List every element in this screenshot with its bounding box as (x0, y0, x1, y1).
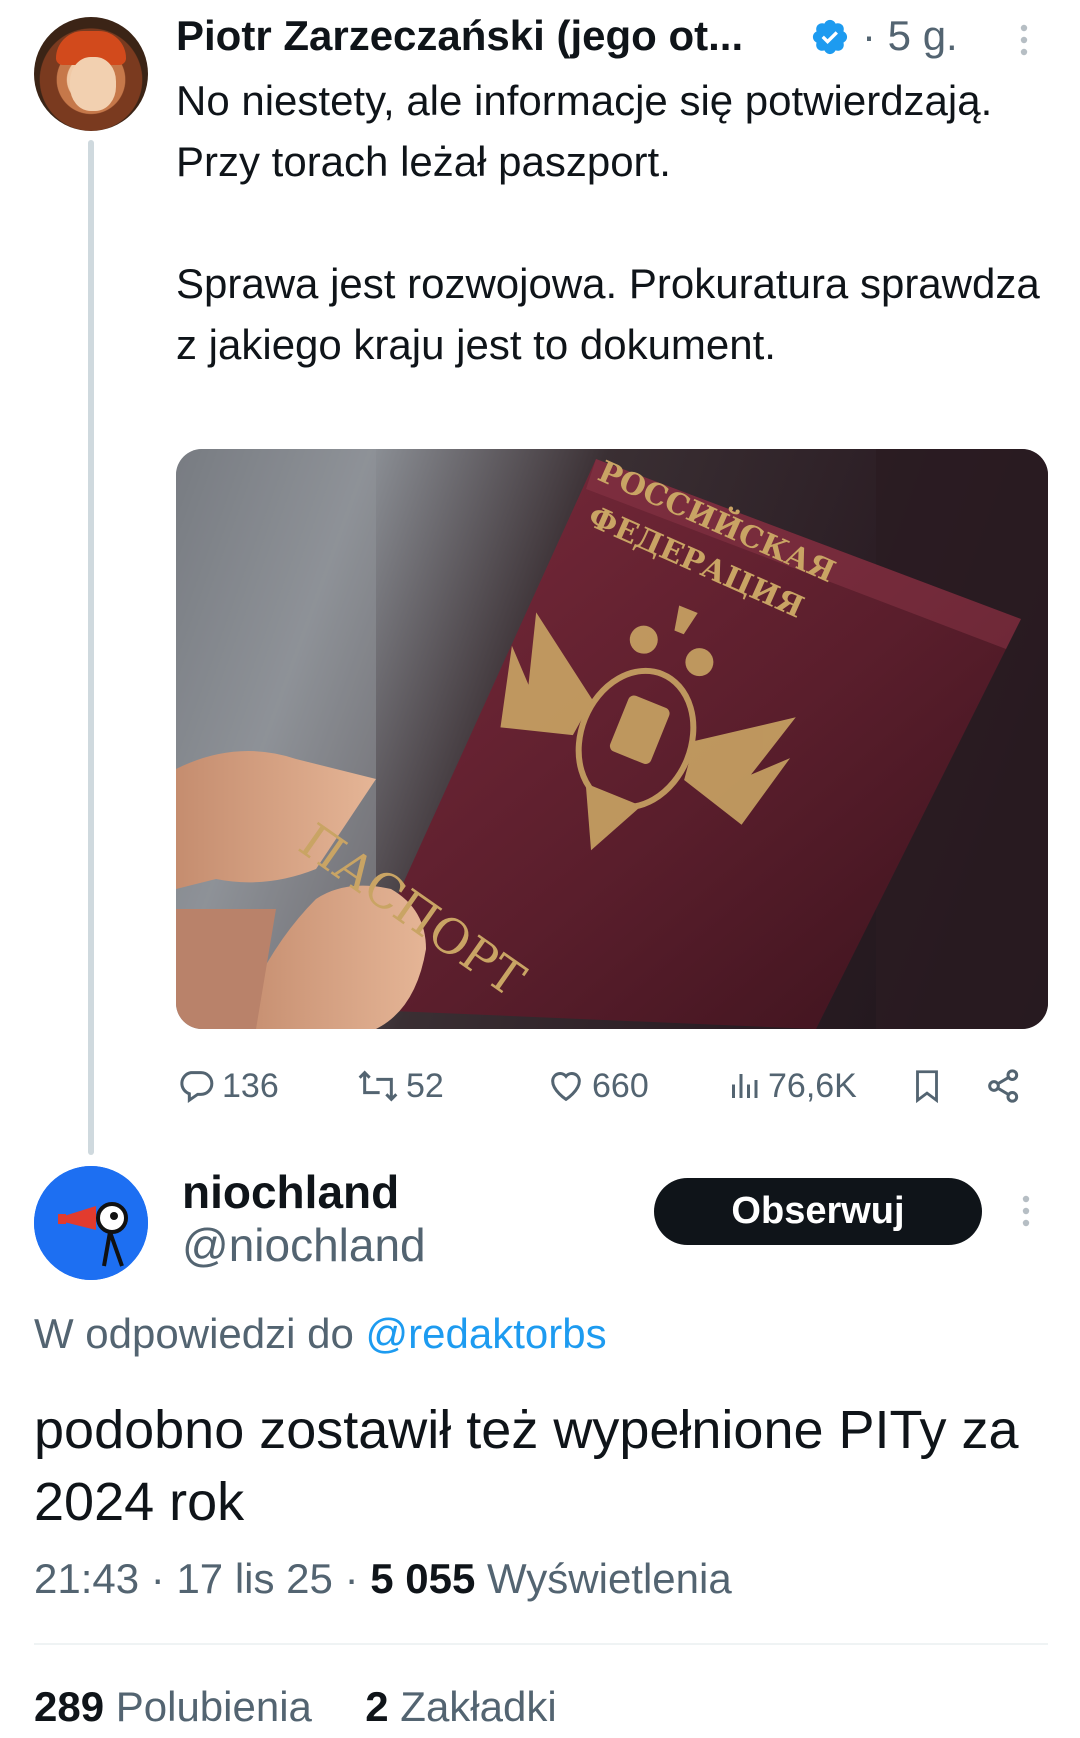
reply-context: W odpowiedzi do @redaktorbs (34, 1310, 607, 1358)
avatar-face (70, 57, 116, 111)
follow-button[interactable]: Obserwuj (654, 1178, 982, 1245)
passport-photo[interactable]: РОССИЙСКАЯ ФЕДЕРАЦИЯ ПАСПОРТ (176, 449, 1048, 1029)
like-icon (551, 1072, 581, 1102)
likes-total: 289 (34, 1683, 105, 1730)
tweet-date[interactable]: 17 lis 25 (176, 1555, 332, 1602)
time-separator: · (862, 12, 876, 59)
likes-label: Polubienia (115, 1683, 312, 1730)
like-count: 660 (592, 1066, 649, 1105)
share-icon (988, 1069, 1019, 1103)
reply-count: 136 (222, 1066, 279, 1105)
bookmark-action[interactable] (908, 1060, 952, 1112)
reply-tweet-text: podobno zostawił też wypełnione PITy za … (34, 1400, 1019, 1532)
like-action[interactable]: 660 (546, 1060, 649, 1112)
avatar-piotr[interactable] (34, 17, 148, 131)
passport-illustration: РОССИЙСКАЯ ФЕДЕРАЦИЯ ПАСПОРТ (176, 449, 1048, 1029)
reply-author-name[interactable]: niochland (182, 1165, 399, 1219)
reply-to-label: W odpowiedzi do (34, 1310, 354, 1357)
repost-icon (358, 1070, 398, 1102)
thread-line (88, 140, 94, 1155)
views-icon (732, 1074, 758, 1098)
views-count: 76,6K (768, 1066, 857, 1105)
divider (34, 1643, 1048, 1645)
repost-count: 52 (406, 1066, 444, 1105)
verified-badge-icon (812, 19, 848, 55)
views-label: Wyświetlenia (487, 1555, 732, 1602)
views-action[interactable]: 76,6K (726, 1060, 857, 1112)
share-action[interactable] (984, 1060, 1030, 1112)
engagement-stats: 289 Polubienia 2 Zakładki (34, 1683, 557, 1731)
meta-separator: · (150, 1555, 165, 1602)
views-total: 5 055 (370, 1555, 476, 1602)
tweet-time[interactable]: 21:43 (34, 1555, 139, 1602)
tweet-actions: 136 52 660 76,6K (176, 1060, 1056, 1112)
more-options-icon[interactable] (1018, 22, 1030, 58)
bookmark-icon (916, 1070, 938, 1104)
bookmarks-label: Zakładki (400, 1683, 557, 1730)
reply-author-handle[interactable]: @niochland (182, 1218, 426, 1272)
reply-action[interactable]: 136 (176, 1060, 279, 1112)
likes-stat[interactable]: 289 Polubienia (34, 1683, 312, 1730)
avatar-niochland[interactable] (34, 1166, 148, 1280)
megaphone-avatar-icon (34, 1166, 148, 1280)
parent-tweet-text: No niestety, ale informacje się potwierd… (176, 77, 1040, 368)
parent-time[interactable]: · 5 g. (862, 12, 958, 60)
tweet-meta: 21:43 · 17 lis 25 · 5 055 Wyświetlenia (34, 1555, 732, 1603)
parent-time-value: 5 g. (887, 12, 958, 59)
more-options-icon[interactable] (1020, 1193, 1032, 1229)
reply-icon (180, 1071, 214, 1104)
repost-action[interactable]: 52 (356, 1060, 444, 1112)
reply-mention-link[interactable]: @redaktorbs (366, 1310, 607, 1357)
bookmarks-stat[interactable]: 2 Zakładki (365, 1683, 556, 1730)
bookmarks-total: 2 (365, 1683, 389, 1730)
parent-author-name[interactable]: Piotr Zarzeczański (jego ot... (176, 12, 743, 60)
meta-separator: · (344, 1555, 359, 1602)
